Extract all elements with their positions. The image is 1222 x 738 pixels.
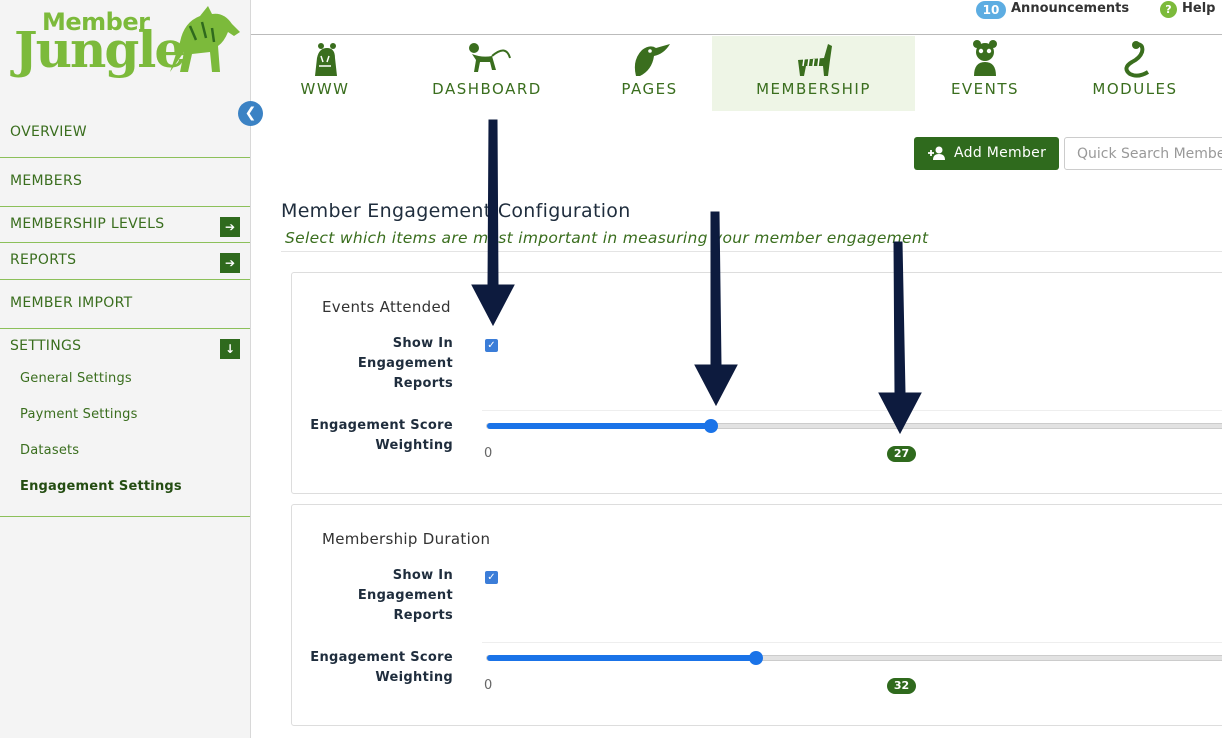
score-badge: 32 <box>887 678 916 694</box>
sidebar-divider <box>0 279 250 280</box>
tab-events[interactable]: EVENTS <box>915 36 1055 111</box>
tab-modules[interactable]: MODULES <box>1055 36 1215 111</box>
sidebar-divider <box>0 328 250 329</box>
module-tabs: WWW DASHBOARD PAGES MEMBERSHIP EVENTS MO… <box>251 36 1222 111</box>
add-person-icon <box>928 146 945 160</box>
add-member-button[interactable]: Add Member <box>914 137 1059 170</box>
sidebar-subitem-payment-settings[interactable]: Payment Settings <box>20 407 138 422</box>
page-title: Member Engagement Configuration <box>281 200 631 222</box>
show-in-reports-label: Show In Engagement Reports <box>292 334 453 394</box>
expand-down-arrow-icon[interactable]: ↓ <box>220 339 240 359</box>
label-line: Weighting <box>375 438 453 453</box>
tab-label: PAGES <box>621 80 678 98</box>
slider-thumb[interactable] <box>749 651 764 665</box>
divider <box>482 642 1222 643</box>
engagement-card-events-attended: Events Attended Show In Engagement Repor… <box>291 272 1222 494</box>
member-jungle-logo[interactable]: Member Jungle <box>12 2 242 90</box>
sidebar-divider <box>0 206 250 207</box>
tab-pages[interactable]: PAGES <box>575 36 724 111</box>
engagement-weight-slider[interactable] <box>486 419 1222 433</box>
help-question-icon[interactable]: ? <box>1160 1 1177 18</box>
label-line: Weighting <box>375 670 453 685</box>
expand-right-arrow-icon[interactable]: ➔ <box>220 217 240 237</box>
label-line: Engagement Score <box>310 418 453 433</box>
logo-jungle-text: Jungle <box>14 20 186 79</box>
sidebar-divider <box>0 242 250 243</box>
panda-icon <box>973 40 997 76</box>
sidebar-item-label: MEMBERS <box>10 173 83 189</box>
tiger-logo-icon <box>170 6 240 72</box>
engagement-weight-slider[interactable] <box>486 651 1222 665</box>
label-line: Engagement Score <box>310 650 453 665</box>
tab-label: MODULES <box>1092 80 1178 98</box>
sidebar-item-membership-levels[interactable]: MEMBERSHIP LEVELS <box>0 216 250 232</box>
sidebar-item-label: MEMBERSHIP LEVELS <box>10 216 165 232</box>
label-line: Show In <box>392 336 453 351</box>
show-in-reports-label: Show In Engagement Reports <box>292 566 453 626</box>
slider-min-label: 0 <box>484 678 493 693</box>
sidebar-subitem-datasets[interactable]: Datasets <box>20 443 79 458</box>
toucan-icon <box>634 44 670 76</box>
show-in-reports-checkbox[interactable]: ✓ <box>485 339 498 352</box>
sidebar-item-overview[interactable]: OVERVIEW <box>0 124 250 140</box>
slider-thumb[interactable] <box>704 419 719 433</box>
sidebar: Member Jungle OVERVIEW MEMBERS MEMBERSHI… <box>0 0 251 738</box>
sidebar-item-label: REPORTS <box>10 252 77 268</box>
slider-fill <box>487 655 757 661</box>
engagement-weighting-label: Engagement Score Weighting <box>292 416 453 456</box>
card-title: Membership Duration <box>322 530 491 548</box>
tab-label: MEMBERSHIP <box>756 80 871 98</box>
tab-dashboard[interactable]: DASHBOARD <box>399 36 575 111</box>
sidebar-item-label: SETTINGS <box>10 338 82 354</box>
sidebar-item-member-import[interactable]: MEMBER IMPORT <box>0 295 250 311</box>
expand-right-arrow-icon[interactable]: ➔ <box>220 253 240 273</box>
sidebar-item-label: MEMBER IMPORT <box>10 295 133 311</box>
score-badge: 27 <box>887 446 916 462</box>
slider-min-label: 0 <box>484 446 493 461</box>
top-bar: 10 Announcements ? Help <box>251 0 1222 35</box>
engagement-weighting-label: Engagement Score Weighting <box>292 648 453 688</box>
page-subtitle: Select which items are most important in… <box>285 229 929 247</box>
collapse-sidebar-chevron-left-icon[interactable]: ❮ <box>238 101 263 126</box>
tab-label: DASHBOARD <box>432 80 542 98</box>
label-line: Engagement <box>357 356 453 371</box>
divider <box>482 410 1222 411</box>
add-member-label: Add Member <box>954 145 1047 161</box>
tab-label: EVENTS <box>950 80 1020 98</box>
sidebar-subitem-general-settings[interactable]: General Settings <box>20 371 132 386</box>
slider-fill <box>487 423 712 429</box>
label-line: Reports <box>393 376 453 391</box>
help-link[interactable]: Help <box>1182 1 1215 16</box>
sidebar-subitem-engagement-settings[interactable]: Engagement Settings <box>20 479 182 494</box>
tab-label: WWW <box>300 80 350 98</box>
label-line: Reports <box>393 608 453 623</box>
quick-search-input[interactable] <box>1064 137 1222 170</box>
sidebar-item-label: OVERVIEW <box>10 124 87 140</box>
sidebar-item-reports[interactable]: REPORTS <box>0 252 250 268</box>
sidebar-divider <box>0 157 250 158</box>
tab-membership[interactable]: MEMBERSHIP <box>712 36 915 111</box>
label-line: Engagement <box>357 588 453 603</box>
announcement-count-badge[interactable]: 10 <box>976 1 1006 19</box>
sidebar-item-members[interactable]: MEMBERS <box>0 173 250 189</box>
divider <box>281 251 1222 252</box>
zebra-icon <box>797 44 832 76</box>
show-in-reports-checkbox[interactable]: ✓ <box>485 571 498 584</box>
card-title: Events Attended <box>322 298 451 316</box>
tiger-icon <box>315 43 337 76</box>
tab-www[interactable]: WWW <box>251 36 399 111</box>
announcements-link[interactable]: Announcements <box>1011 1 1129 16</box>
monkey-icon <box>469 43 511 72</box>
label-line: Show In <box>392 568 453 583</box>
snake-icon <box>1124 41 1150 78</box>
sidebar-item-settings[interactable]: SETTINGS <box>0 338 250 354</box>
sidebar-divider <box>0 516 250 517</box>
engagement-card-membership-duration: Membership Duration Show In Engagement R… <box>291 504 1222 726</box>
